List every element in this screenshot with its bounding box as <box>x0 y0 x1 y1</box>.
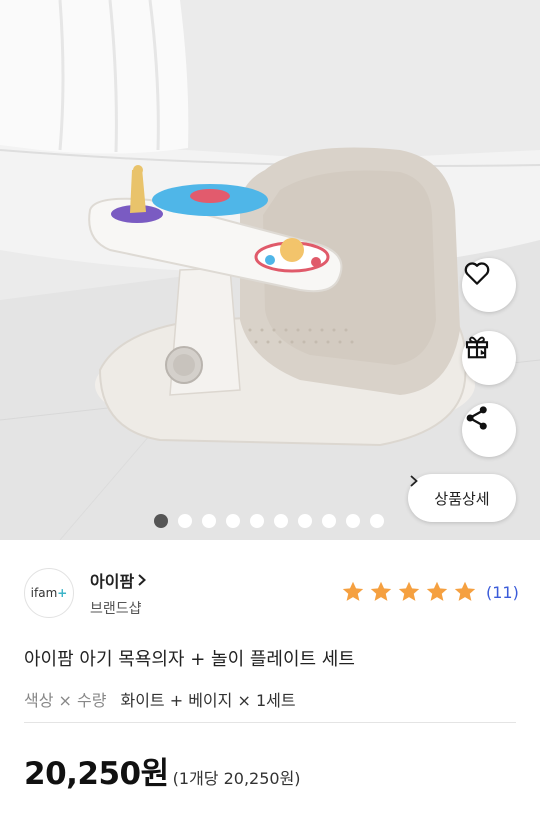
chevron-right-icon <box>410 475 418 487</box>
divider <box>24 722 516 723</box>
carousel-dot[interactable] <box>298 514 312 528</box>
share-icon <box>466 406 487 430</box>
star-icon <box>398 581 420 601</box>
wishlist-button[interactable] <box>462 258 516 312</box>
star-icon <box>342 581 364 601</box>
selected-option: 색상 × 수량 화이트 + 베이지 × 1세트 <box>24 687 296 711</box>
carousel-indicator[interactable] <box>154 514 384 528</box>
option-value: 화이트 + 베이지 × 1세트 <box>120 691 296 710</box>
brand-name: 아이팜 <box>90 572 135 591</box>
product-photo <box>0 0 540 540</box>
carousel-dot[interactable] <box>370 514 384 528</box>
product-detail-label: 상품상세 <box>434 489 490 508</box>
carousel-dot[interactable] <box>202 514 216 528</box>
option-label: 색상 × 수량 <box>24 691 107 710</box>
price-row: 20,250원 (1개당 20,250원) <box>24 748 301 793</box>
brand-sub-label: 브랜드샵 <box>90 601 142 617</box>
carousel-dot[interactable] <box>154 514 168 528</box>
carousel-dot[interactable] <box>322 514 336 528</box>
carousel-dot[interactable] <box>274 514 288 528</box>
share-button[interactable] <box>462 403 516 457</box>
gift-icon <box>465 336 489 359</box>
brand-shop-link[interactable]: 아이팜 <box>90 568 148 592</box>
price: 20,250원 <box>24 756 169 792</box>
heart-icon <box>464 262 490 285</box>
chevron-right-icon <box>138 574 147 586</box>
carousel-dot[interactable] <box>346 514 360 528</box>
star-icon <box>370 581 392 601</box>
product-detail-button[interactable]: 상품상세 <box>408 474 516 522</box>
carousel-dot[interactable] <box>178 514 192 528</box>
review-count[interactable]: (11) <box>486 583 519 602</box>
star-icon <box>454 581 476 601</box>
carousel-dot[interactable] <box>250 514 264 528</box>
brand-logo[interactable]: ifam + <box>24 568 74 618</box>
product-image[interactable]: 상품상세 <box>0 0 540 540</box>
star-icon <box>426 581 448 601</box>
carousel-dot[interactable] <box>226 514 240 528</box>
product-title: 아이팜 아기 목욕의자 + 놀이 플레이트 세트 <box>24 649 355 670</box>
brand-logo-text: ifam <box>30 586 58 600</box>
rating[interactable]: (11) <box>340 579 519 605</box>
unit-price: (1개당 20,250원) <box>172 769 301 788</box>
gift-button[interactable] <box>462 331 516 385</box>
